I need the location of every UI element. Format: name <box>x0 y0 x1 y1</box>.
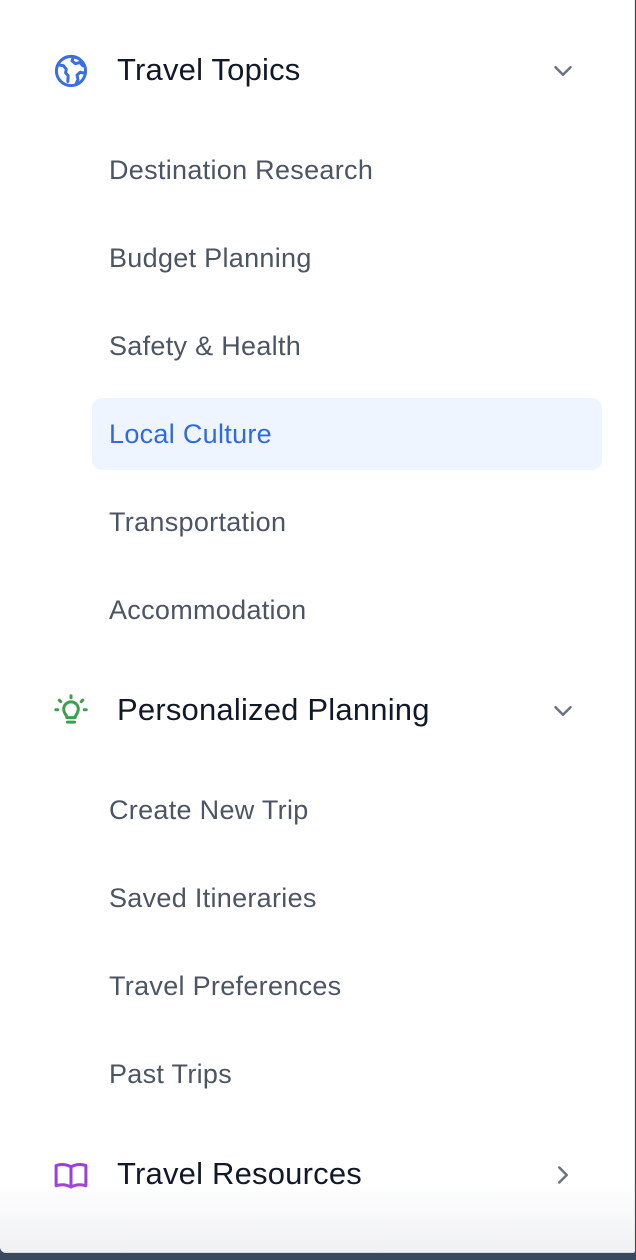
section-header-personalized-planning[interactable]: Personalized Planning <box>0 674 634 746</box>
sidebar-item-label: Local Culture <box>109 419 272 449</box>
globe-icon <box>52 52 90 90</box>
book-open-icon <box>52 1156 90 1194</box>
sidebar-item-past-trips[interactable]: Past Trips <box>92 1038 602 1110</box>
section-title: Travel Resources <box>117 1156 362 1191</box>
section-header-travel-topics[interactable]: Travel Topics <box>0 34 634 106</box>
sidebar-item-transportation[interactable]: Transportation <box>92 486 602 558</box>
sidebar-item-label: Budget Planning <box>109 243 312 273</box>
section-title: Travel Topics <box>117 52 301 87</box>
sidebar-item-destination-research[interactable]: Destination Research <box>92 134 602 206</box>
sidebar-panel: Travel Topics Destination Research Budge… <box>0 0 635 1252</box>
sidebar-item-create-new-trip[interactable]: Create New Trip <box>92 774 602 846</box>
section-header-travel-resources[interactable]: Travel Resources <box>0 1138 634 1210</box>
sidebar-item-label: Past Trips <box>109 1059 233 1089</box>
sidebar-item-label: Travel Preferences <box>109 971 342 1001</box>
sidebar-item-travel-preferences[interactable]: Travel Preferences <box>92 950 602 1022</box>
sidebar-item-label: Saved Itineraries <box>109 883 317 913</box>
sidebar-item-safety-health[interactable]: Safety & Health <box>92 310 602 382</box>
sidebar-item-label: Transportation <box>109 507 287 537</box>
sidebar-item-local-culture[interactable]: Local Culture <box>92 398 602 470</box>
sidebar-item-accommodation[interactable]: Accommodation <box>92 574 602 646</box>
section-title: Personalized Planning <box>117 692 430 727</box>
chevron-right-icon[interactable] <box>548 1160 578 1190</box>
lightbulb-icon <box>52 692 90 730</box>
sidebar-item-budget-planning[interactable]: Budget Planning <box>92 222 602 294</box>
sidebar-item-saved-itineraries[interactable]: Saved Itineraries <box>92 862 602 934</box>
chevron-down-icon[interactable] <box>548 696 578 726</box>
sidebar-item-label: Create New Trip <box>109 795 309 825</box>
chevron-down-icon[interactable] <box>548 56 578 86</box>
sidebar-item-label: Destination Research <box>109 155 374 185</box>
sidebar-item-label: Safety & Health <box>109 331 302 361</box>
sidebar-item-label: Accommodation <box>109 595 307 625</box>
